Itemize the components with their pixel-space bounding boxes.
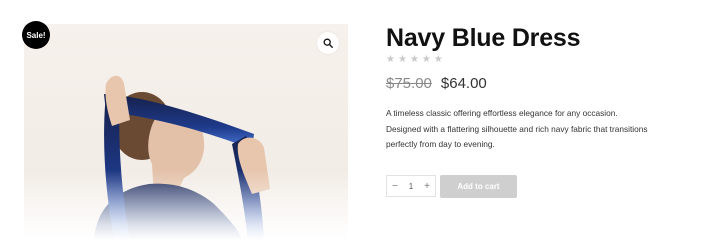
star-icon: ★ [421, 54, 431, 65]
sale-badge: Sale! [22, 21, 50, 49]
description-line: Designed with a flattering silhouette an… [386, 123, 648, 134]
decrease-quantity-button[interactable]: − [392, 181, 398, 192]
star-icon: ★ [433, 54, 443, 65]
price: $75.00 $64.00 [386, 75, 487, 93]
description-line: perfectly from day to evening. [386, 139, 495, 149]
add-to-cart-button[interactable]: Add to cart [440, 175, 517, 198]
product-gallery [24, 24, 348, 240]
old-price: $75.00 [386, 75, 432, 92]
star-icon: ★ [409, 54, 419, 65]
zoom-button[interactable] [317, 32, 339, 54]
increase-quantity-button[interactable]: + [424, 181, 430, 192]
sale-price: $64.00 [440, 75, 487, 92]
quantity-value[interactable]: 1 [409, 182, 413, 191]
magnifier-icon [323, 38, 333, 48]
star-icon: ★ [397, 54, 407, 65]
description-line: A timeless classic offering effortless e… [386, 108, 618, 118]
product-title: Navy Blue Dress [386, 24, 581, 52]
rating-stars: ★ ★ ★ ★ ★ [386, 55, 443, 65]
quantity-stepper: − 1 + [386, 175, 436, 197]
product-description: A timeless classic offering effortless e… [386, 106, 686, 153]
photo-fade [24, 170, 348, 240]
star-icon: ★ [386, 54, 395, 65]
